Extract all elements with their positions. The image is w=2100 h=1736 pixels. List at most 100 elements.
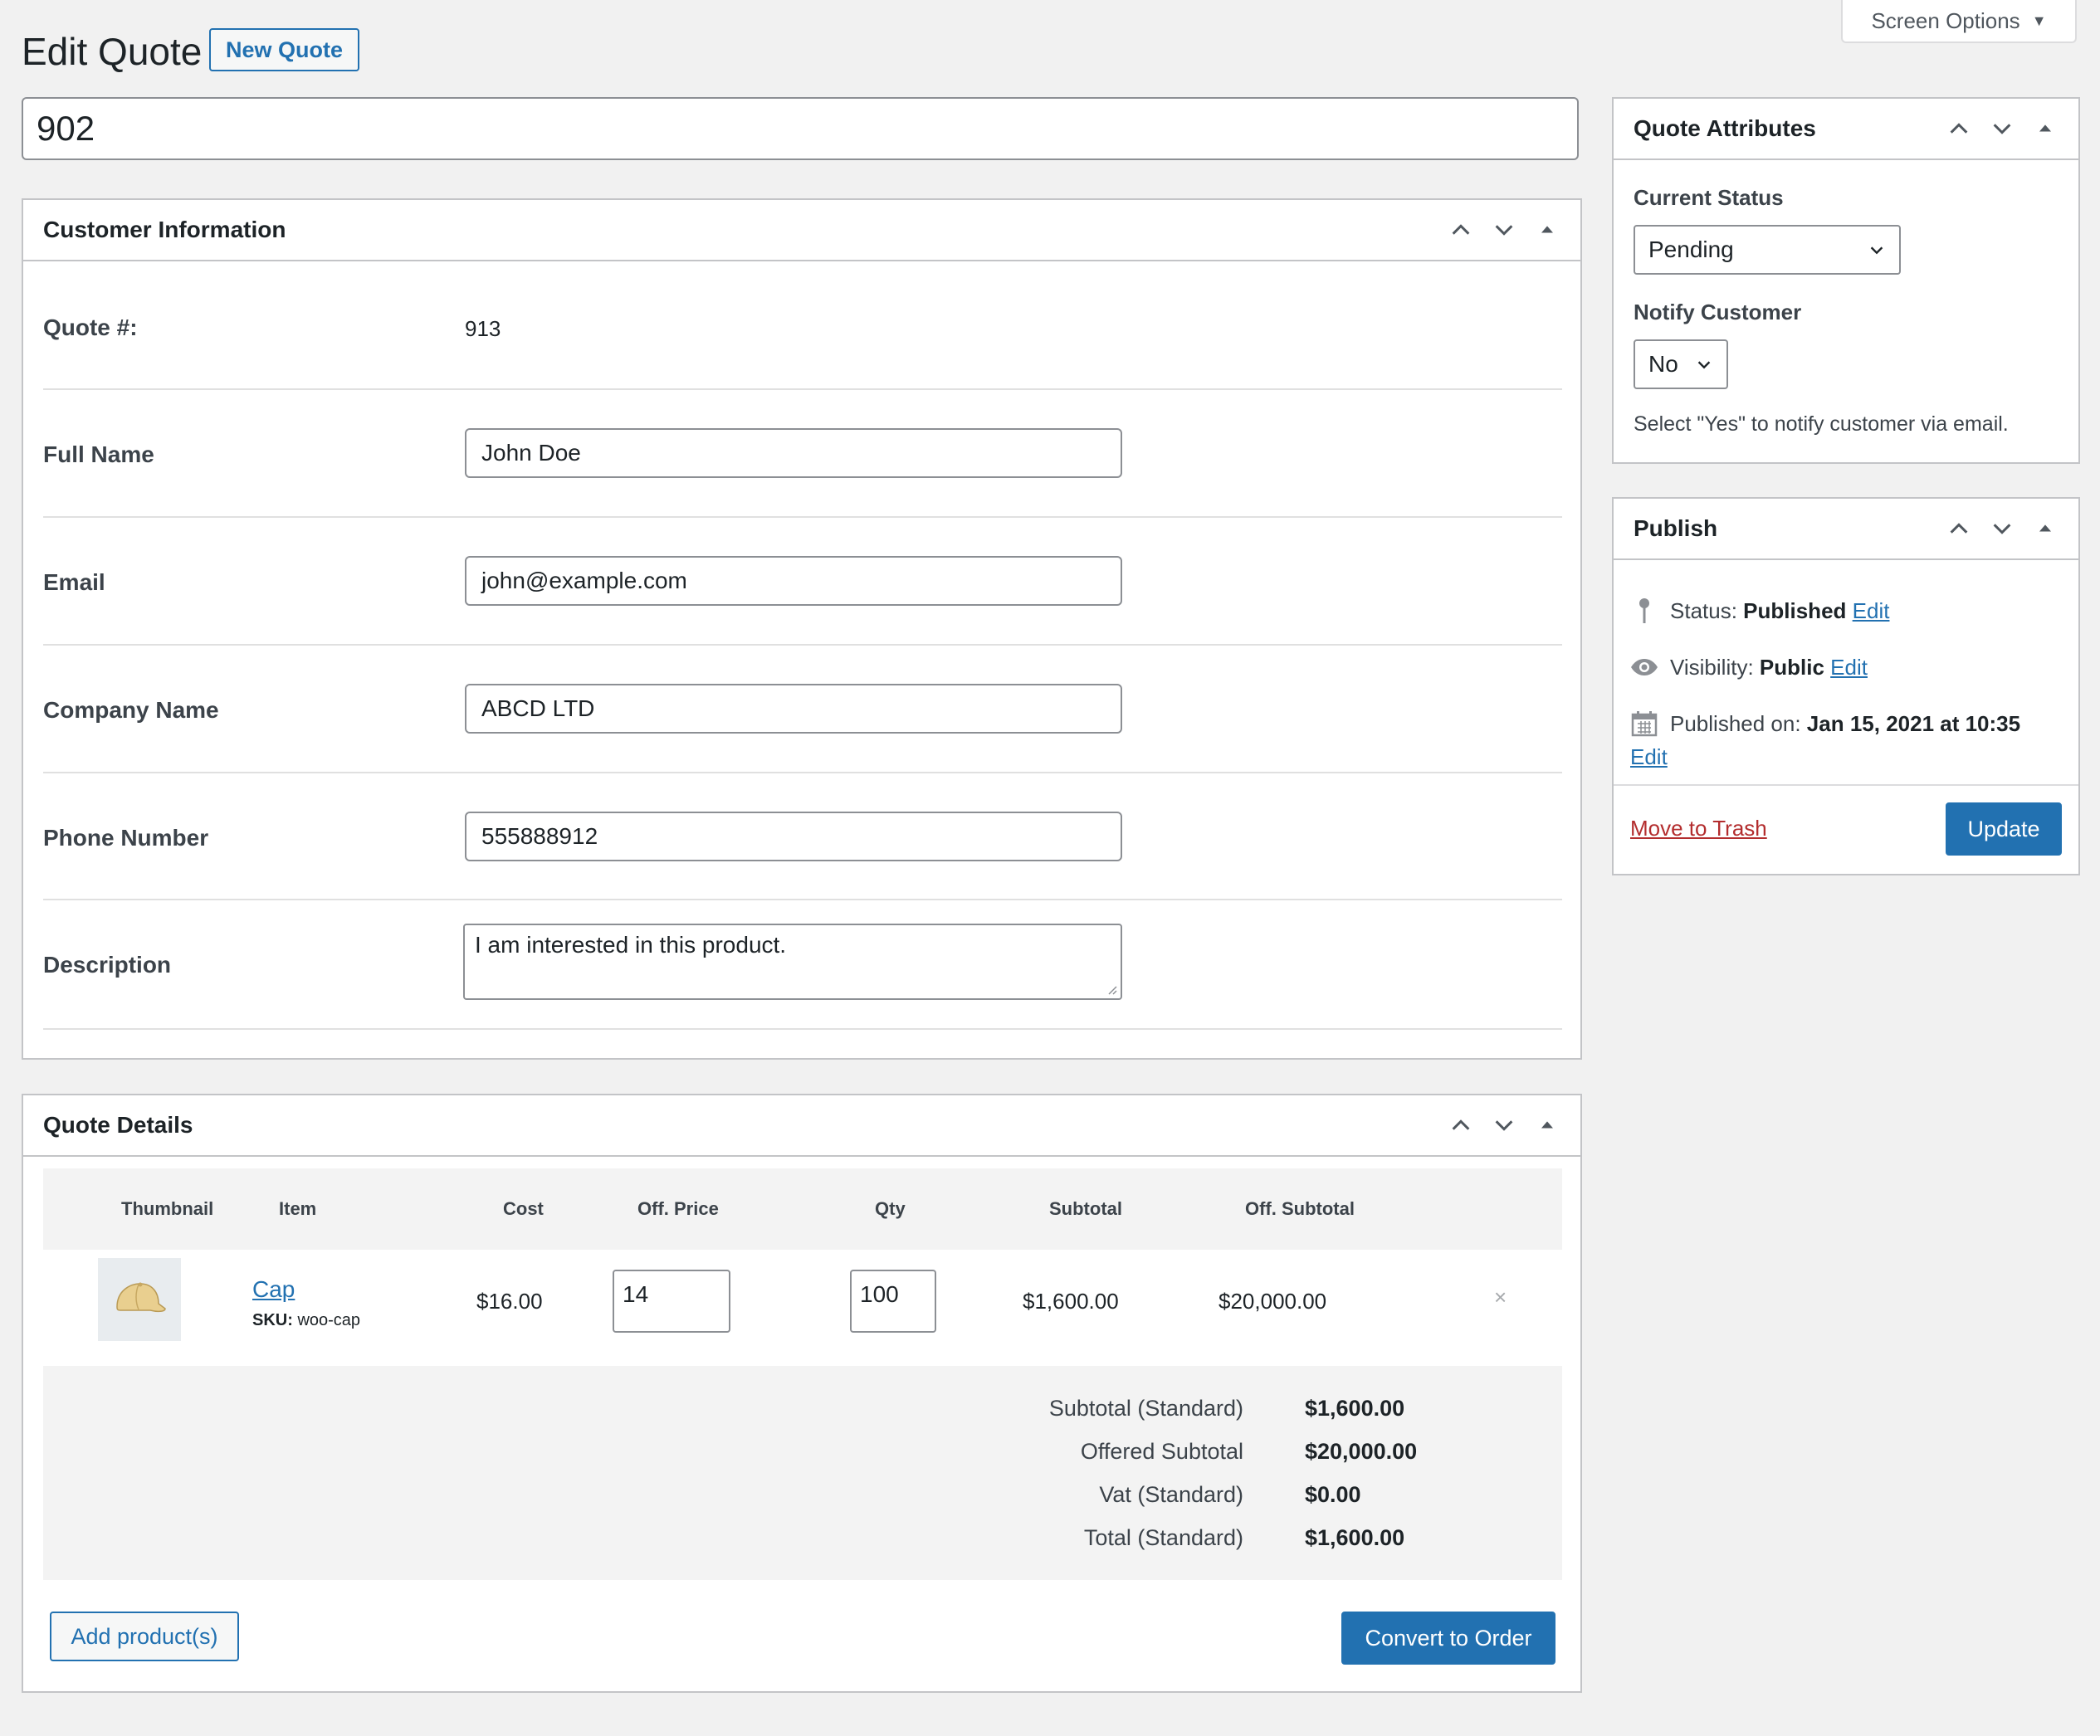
quote-number-label: Quote #:: [43, 315, 138, 340]
current-status-value: Pending: [1648, 237, 1734, 262]
totals-value: $20,000.00: [1305, 1439, 1418, 1464]
calendar-icon: [1630, 710, 1658, 738]
edit-date-link[interactable]: Edit: [1630, 744, 1668, 770]
visibility-label: Visibility:: [1670, 654, 1754, 680]
visibility-value: Public: [1759, 654, 1824, 680]
product-sku: SKU: woo-cap: [252, 1311, 360, 1330]
move-up-icon[interactable]: [1448, 1112, 1474, 1139]
totals-label: Offered Subtotal: [1080, 1439, 1243, 1464]
move-down-icon[interactable]: [1491, 217, 1517, 243]
move-down-icon[interactable]: [1989, 515, 2015, 542]
totals-label: Subtotal (Standard): [1048, 1396, 1243, 1421]
box-handles: [1946, 515, 2058, 542]
email-row: Email john@example.com: [43, 518, 1562, 646]
customer-information-box: Customer Information Quote #: 913 Full N…: [22, 198, 1582, 1060]
quote-details-title: Quote Details: [43, 1112, 193, 1138]
full-name-input[interactable]: John Doe: [465, 428, 1122, 478]
product-thumbnail: [98, 1258, 181, 1341]
offered-price-input[interactable]: 14: [613, 1270, 730, 1333]
update-button[interactable]: Update: [1946, 802, 2062, 856]
move-down-icon[interactable]: [1491, 1112, 1517, 1139]
move-up-icon[interactable]: [1946, 115, 1972, 142]
add-products-button[interactable]: Add product(s): [50, 1612, 239, 1661]
screen-options-button[interactable]: Screen Options ▼: [1841, 0, 2077, 43]
column-header: Item: [279, 1198, 317, 1219]
edit-visibility-link[interactable]: Edit: [1830, 655, 1868, 680]
convert-to-order-button[interactable]: Convert to Order: [1341, 1612, 1555, 1665]
screen-options-label: Screen Options: [1871, 7, 2020, 33]
box-handles: [1448, 217, 1560, 243]
box-handles: [1448, 1112, 1560, 1139]
item-cost: $16.00: [476, 1289, 543, 1314]
publish-title: Publish: [1634, 515, 1718, 541]
phone-number-label: Phone Number: [43, 825, 209, 851]
resize-grip-icon[interactable]: [1106, 983, 1117, 995]
column-header: Thumbnail: [121, 1198, 214, 1219]
quote-number-value: 913: [465, 316, 501, 341]
company-name-input[interactable]: ABCD LTD: [465, 684, 1122, 734]
eye-icon: [1630, 653, 1658, 681]
sku-value: woo-cap: [297, 1311, 361, 1329]
totals-value: $0.00: [1305, 1482, 1361, 1507]
email-input[interactable]: john@example.com: [465, 556, 1122, 606]
edit-status-link[interactable]: Edit: [1853, 598, 1890, 623]
quote-items-table-header: Thumbnail Item Cost Off. Price Qty Subto…: [43, 1168, 1562, 1250]
chevron-down-icon: [1697, 361, 1711, 369]
quote-attributes-title: Quote Attributes: [1634, 115, 1816, 141]
quote-attributes-box: Quote Attributes Current Status Pending …: [1612, 97, 2080, 464]
cap-image-icon: [116, 1282, 166, 1313]
move-down-icon[interactable]: [1989, 115, 2015, 142]
chevron-down-icon: [1870, 246, 1883, 255]
quote-number-row: Quote #: 913: [43, 263, 1562, 390]
customer-information-title: Customer Information: [43, 217, 286, 242]
column-header: Qty: [875, 1198, 906, 1219]
customer-information-header: Customer Information: [23, 200, 1580, 261]
description-label: Description: [43, 952, 172, 978]
new-quote-button[interactable]: New Quote: [209, 28, 360, 71]
full-name-label: Full Name: [43, 441, 154, 467]
phone-number-input[interactable]: 555888912: [465, 812, 1122, 861]
toggle-panel-icon[interactable]: [2032, 515, 2058, 542]
item-offered-subtotal: $20,000.00: [1218, 1289, 1327, 1314]
email-label: Email: [43, 569, 105, 595]
phone-row: Phone Number 555888912: [43, 773, 1562, 900]
published-on-value: Jan 15, 2021 at 10:35: [1806, 710, 2021, 736]
caret-down-icon: ▼: [2031, 12, 2047, 29]
item-subtotal: $1,600.00: [1023, 1289, 1119, 1314]
description-text: I am interested in this product.: [475, 932, 787, 958]
quote-title-input[interactable]: 902: [22, 97, 1579, 160]
pin-icon: [1630, 597, 1658, 625]
description-textarea[interactable]: I am interested in this product.: [463, 924, 1122, 1000]
current-status-select[interactable]: Pending: [1634, 225, 1901, 275]
column-header: Off. Price: [637, 1198, 719, 1219]
remove-item-icon[interactable]: ×: [1494, 1285, 1507, 1310]
toggle-panel-icon[interactable]: [1534, 1112, 1560, 1139]
published-on-line: Published on: Jan 15, 2021 at 10:35: [1630, 710, 2020, 738]
publish-status-line: Status: Published Edit: [1630, 597, 1889, 625]
publish-visibility-line: Visibility: Public Edit: [1630, 653, 1868, 681]
quote-attributes-header: Quote Attributes: [1614, 99, 2078, 160]
toggle-panel-icon[interactable]: [1534, 217, 1560, 243]
column-header: Subtotal: [1049, 1198, 1122, 1219]
totals-label: Total (Standard): [1083, 1525, 1243, 1550]
page-title: Edit Quote: [22, 30, 203, 73]
notify-customer-label: Notify Customer: [1634, 300, 1802, 324]
notify-customer-value: No: [1648, 351, 1678, 377]
notify-customer-select[interactable]: No: [1634, 339, 1728, 389]
product-link-cap[interactable]: Cap: [252, 1276, 295, 1303]
current-status-label: Current Status: [1634, 185, 1784, 210]
column-header: Off. Subtotal: [1245, 1198, 1355, 1219]
move-up-icon[interactable]: [1946, 515, 1972, 542]
totals-value: $1,600.00: [1305, 1396, 1405, 1421]
status-label: Status:: [1670, 597, 1737, 623]
totals-label: Vat (Standard): [1099, 1482, 1243, 1507]
company-row: Company Name ABCD LTD: [43, 646, 1562, 773]
move-to-trash-link[interactable]: Move to Trash: [1630, 816, 1767, 841]
publish-box: Publish Status: Published Edit Visibilit…: [1612, 497, 2080, 875]
toggle-panel-icon[interactable]: [2032, 115, 2058, 142]
description-row: Description I am interested in this prod…: [43, 900, 1562, 1030]
quote-details-header: Quote Details: [23, 1095, 1580, 1157]
notify-help-text: Select "Yes" to notify customer via emai…: [1634, 412, 2009, 436]
move-up-icon[interactable]: [1448, 217, 1474, 243]
quantity-input[interactable]: 100: [850, 1270, 936, 1333]
